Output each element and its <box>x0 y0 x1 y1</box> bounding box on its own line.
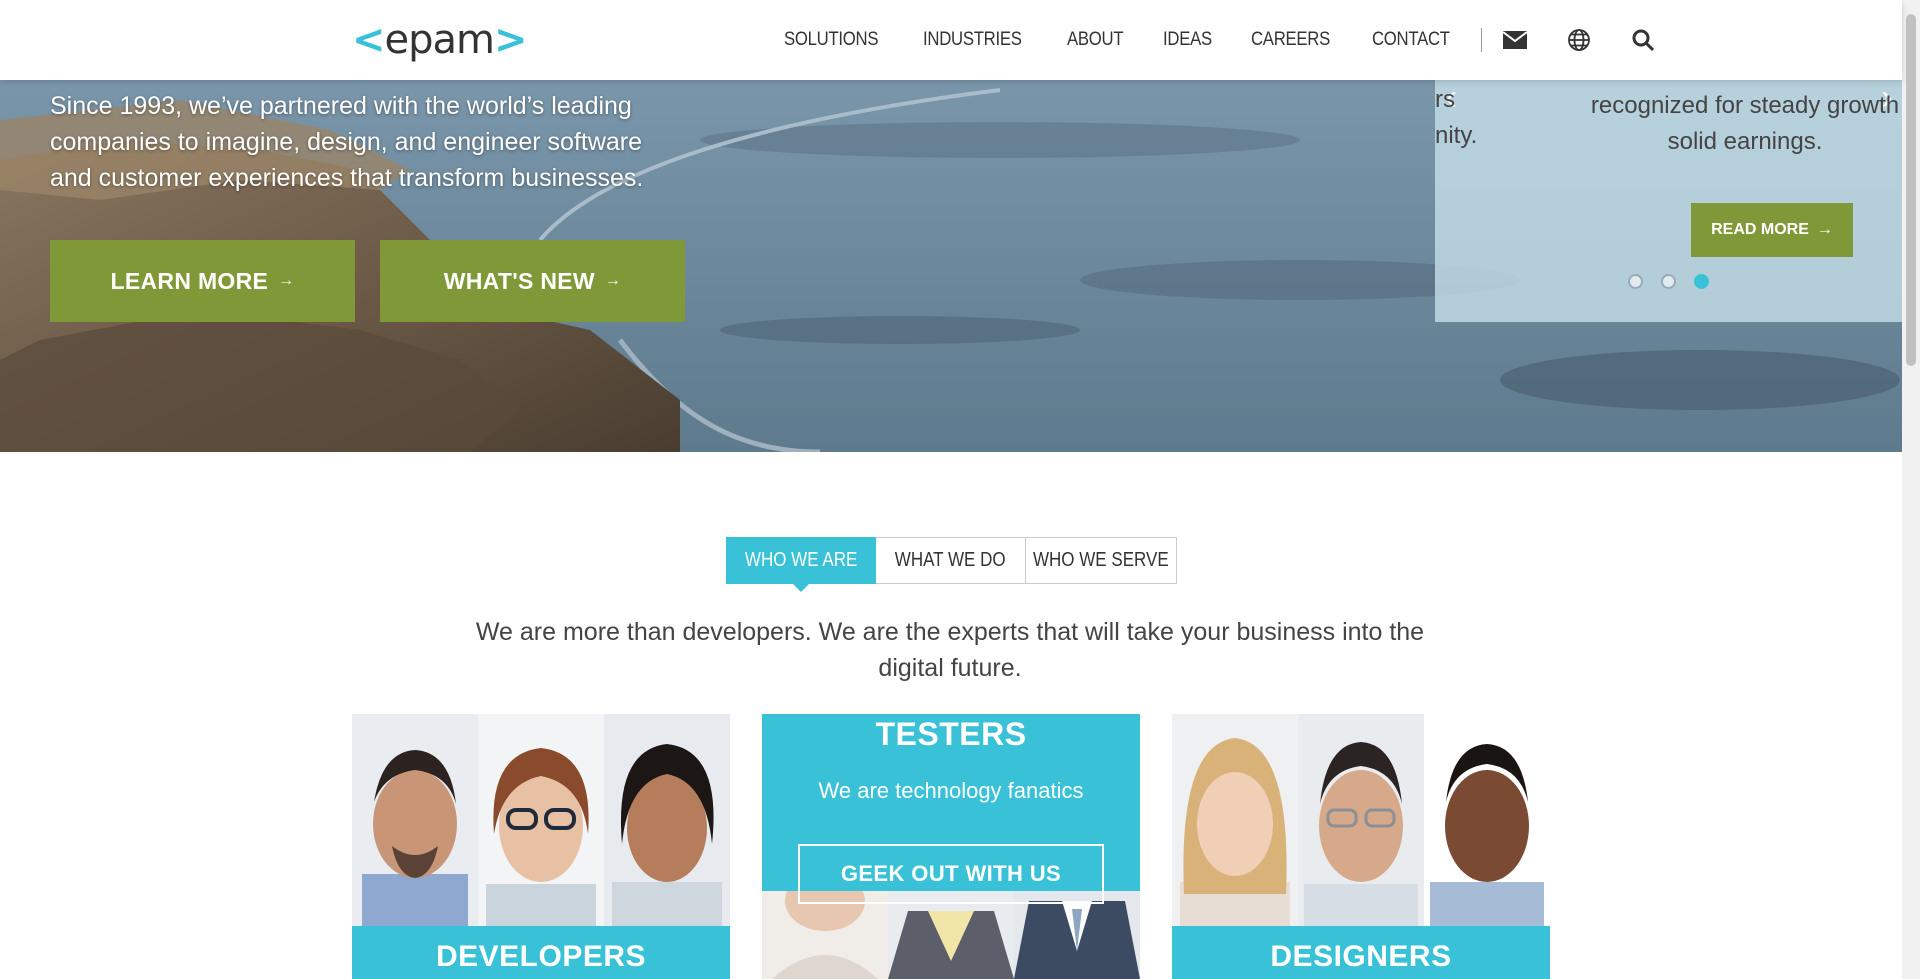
developers-photos <box>352 714 730 926</box>
carousel-dot-1[interactable] <box>1628 274 1643 289</box>
mail-icon[interactable] <box>1502 27 1528 53</box>
designers-photos <box>1172 714 1550 926</box>
read-more-button[interactable]: READ MORE → <box>1691 203 1853 257</box>
tab-label: WHO WE ARE <box>744 549 858 571</box>
person-photo <box>1298 714 1424 926</box>
logo-left-bracket: < <box>352 17 386 63</box>
person-photo <box>604 714 730 926</box>
designers-card[interactable]: DESIGNERS <box>1172 714 1550 979</box>
nav-divider <box>1480 28 1482 52</box>
carousel-dot-3[interactable] <box>1694 274 1709 289</box>
page-scrollbar[interactable] <box>1902 0 1920 979</box>
whats-new-button[interactable]: WHAT'S NEW → <box>380 240 685 322</box>
person-photo <box>762 891 888 979</box>
intro-text: We are more than developers. We are the … <box>475 618 1425 682</box>
hero-text: Since 1993, we’ve partnered with the wor… <box>50 92 644 192</box>
testers-subtitle: We are technology fanatics <box>818 778 1084 803</box>
nav-contact[interactable]: CONTACT <box>1372 29 1450 51</box>
search-icon[interactable] <box>1630 27 1656 53</box>
nav-careers[interactable]: CAREERS <box>1251 29 1330 51</box>
globe-icon[interactable] <box>1566 27 1592 53</box>
person-photo <box>1172 714 1298 926</box>
testers-title: TESTERS <box>875 716 1027 752</box>
logo-right-bracket: > <box>494 17 528 63</box>
news-fragment: rs <box>1435 86 1455 113</box>
person-photo <box>478 714 604 926</box>
arrow-right-icon: → <box>278 272 295 289</box>
tab-label: WHAT WE DO <box>895 549 1006 571</box>
developers-label: DEVELOPERS <box>352 926 730 979</box>
scrollbar-thumb[interactable] <box>1906 14 1916 366</box>
developers-card[interactable]: DEVELOPERS <box>352 714 730 979</box>
news-line: recognized for steady growth <box>1590 92 1900 119</box>
carousel-dots <box>1628 274 1709 289</box>
nav-solutions[interactable]: SOLUTIONS <box>784 29 879 51</box>
news-text: recognized for steady growth solid earni… <box>1585 88 1902 160</box>
carousel-dot-2[interactable] <box>1661 274 1676 289</box>
section-tabs: WHO WE ARE WHAT WE DO WHO WE SERVE <box>726 537 1177 592</box>
tab-who-we-are[interactable]: WHO WE ARE <box>726 537 876 592</box>
person-photo <box>1424 714 1550 926</box>
person-photo <box>1014 891 1140 979</box>
hero-banner: Since 1993, we’ve partnered with the wor… <box>0 80 1902 452</box>
read-more-label: READ MORE <box>1711 221 1809 238</box>
nav-about[interactable]: ABOUT <box>1067 29 1124 51</box>
site-header: < epam > SOLUTIONS INDUSTRIES ABOUT IDEA… <box>0 0 1902 80</box>
nav-industries[interactable]: INDUSTRIES <box>923 29 1022 51</box>
learn-more-button[interactable]: LEARN MORE → <box>50 240 355 322</box>
main-nav: SOLUTIONS INDUSTRIES ABOUT IDEAS CAREERS… <box>784 0 1694 80</box>
logo-text: epam <box>384 17 495 63</box>
tab-what-we-do[interactable]: WHAT WE DO <box>876 537 1026 584</box>
geek-out-button[interactable]: GEEK OUT WITH US <box>798 844 1104 904</box>
person-photo <box>352 714 478 926</box>
tab-who-we-serve[interactable]: WHO WE SERVE <box>1026 537 1177 584</box>
testers-photos <box>762 891 1140 979</box>
arrow-right-icon: → <box>1816 221 1833 238</box>
epam-logo[interactable]: < epam > <box>352 16 528 64</box>
learn-more-label: LEARN MORE <box>110 267 269 294</box>
news-fragment: nity. <box>1435 122 1478 149</box>
news-line: solid earnings. <box>1667 128 1823 155</box>
nav-ideas[interactable]: IDEAS <box>1163 29 1212 51</box>
person-photo <box>888 891 1014 979</box>
testers-card[interactable]: TESTERS We are technology fanatics GEEK … <box>762 714 1140 979</box>
news-carousel: ‹ › rs nity. recognized for steady growt… <box>1435 80 1902 322</box>
designers-label: DESIGNERS <box>1172 926 1550 979</box>
tab-label: WHO WE SERVE <box>1033 549 1169 571</box>
whats-new-label: WHAT'S NEW <box>443 267 595 294</box>
arrow-right-icon: → <box>604 272 622 289</box>
